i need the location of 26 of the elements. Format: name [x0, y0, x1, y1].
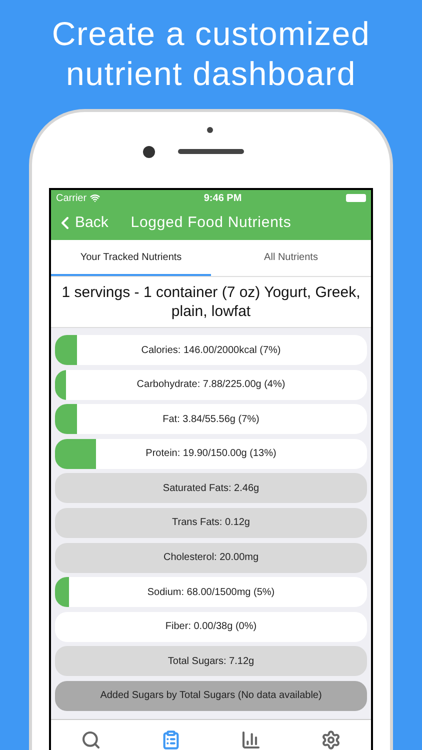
sensor-icon [207, 127, 213, 133]
food-title: 1 servings - 1 container (7 oz) Yogurt, Greek, plain, lowfat [51, 277, 371, 328]
camera-icon [143, 146, 155, 158]
nutrient-bar[interactable]: Added Sugars by Total Sugars (No data available) [55, 680, 367, 711]
wifi-icon [90, 193, 100, 203]
bar-chart-icon[interactable] [241, 730, 261, 750]
segment-tab[interactable]: All Nutrients [211, 240, 371, 276]
nutrient-bar[interactable]: Carbohydrate: 7.88/225.00g (4%) [55, 370, 367, 400]
status-time: 9:46 PM [204, 192, 242, 206]
nutrient-bar[interactable]: Sodium: 68.00/1500mg (5%) [55, 577, 367, 608]
speaker-icon [178, 149, 244, 154]
clipboard-icon[interactable] [161, 730, 181, 750]
nutrient-bar[interactable]: Saturated Fats: 2.46g [55, 473, 367, 504]
nutrient-bar[interactable]: Fiber: 0.00/38g (0%) [55, 612, 367, 642]
screen-title: Logged Food Nutrients [130, 212, 292, 233]
carrier-label: Carrier [56, 192, 87, 206]
headline: Create a customized nutrient dashboard [50, 14, 372, 94]
nutrient-bar[interactable]: Calories: 146.00/2000kcal (7%) [55, 335, 367, 365]
nutrient-bar[interactable]: Cholesterol: 20.00mg [55, 542, 367, 573]
nutrient-bar[interactable]: Protein: 19.90/150.00g (13%) [55, 438, 367, 469]
search-icon[interactable] [81, 730, 101, 750]
battery-icon [346, 194, 366, 202]
settings-icon[interactable] [321, 730, 341, 750]
nutrient-bar[interactable]: Trans Fats: 0.12g [55, 508, 367, 538]
nutrient-bar[interactable]: Total Sugars: 7.12g [55, 646, 367, 676]
nutrient-bar[interactable]: Fat: 3.84/55.56g (7%) [55, 404, 367, 434]
